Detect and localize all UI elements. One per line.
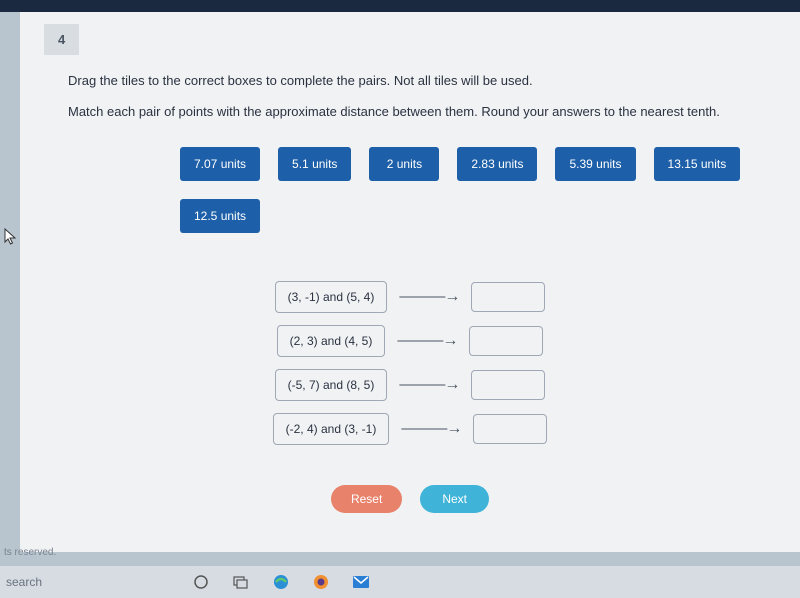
pair-label: (3, -1) and (5, 4) [275, 281, 388, 313]
question-number: 4 [44, 24, 79, 55]
content-area: 4 Drag the tiles to the correct boxes to… [20, 12, 800, 552]
tile-option[interactable]: 7.07 units [180, 147, 260, 181]
footer-reserved: ts reserved. [4, 547, 56, 558]
cursor-icon [4, 228, 18, 251]
pairs-container: (3, -1) and (5, 4) ———→ (2, 3) and (4, 5… [20, 281, 800, 445]
reset-button[interactable]: Reset [331, 485, 402, 513]
buttons-row: Reset Next [20, 485, 800, 513]
arrow-icon: ———→ [397, 332, 457, 350]
tile-option[interactable]: 5.1 units [278, 147, 351, 181]
pair-label: (-2, 4) and (3, -1) [273, 413, 390, 445]
pair-row: (2, 3) and (4, 5) ———→ [277, 325, 544, 357]
taskbar: search [0, 566, 800, 598]
drop-target[interactable] [471, 370, 545, 400]
taskbar-icons [192, 573, 370, 591]
tile-option[interactable]: 5.39 units [555, 147, 635, 181]
instruction-text: Drag the tiles to the correct boxes to c… [68, 73, 800, 88]
arrow-icon: ———→ [399, 376, 459, 394]
arrow-icon: ———→ [399, 288, 459, 306]
edge-icon[interactable] [272, 573, 290, 591]
drop-target[interactable] [471, 282, 545, 312]
firefox-icon[interactable] [312, 573, 330, 591]
pair-label: (2, 3) and (4, 5) [277, 325, 386, 357]
tile-option[interactable]: 2.83 units [457, 147, 537, 181]
sub-instruction-text: Match each pair of points with the appro… [68, 104, 800, 119]
drop-target[interactable] [469, 326, 543, 356]
task-view-icon[interactable] [232, 573, 250, 591]
tiles-container: 7.07 units 5.1 units 2 units 2.83 units … [180, 147, 800, 233]
browser-top-bar [0, 0, 800, 12]
cortana-icon[interactable] [192, 573, 210, 591]
next-button[interactable]: Next [420, 485, 489, 513]
taskbar-search[interactable]: search [6, 575, 42, 589]
tile-option[interactable]: 12.5 units [180, 199, 260, 233]
pair-row: (3, -1) and (5, 4) ———→ [275, 281, 546, 313]
pair-label: (-5, 7) and (8, 5) [275, 369, 388, 401]
arrow-icon: ———→ [401, 420, 461, 438]
pair-row: (-2, 4) and (3, -1) ———→ [273, 413, 548, 445]
tile-option[interactable]: 2 units [369, 147, 439, 181]
tile-option[interactable]: 13.15 units [654, 147, 741, 181]
mail-icon[interactable] [352, 573, 370, 591]
drop-target[interactable] [473, 414, 547, 444]
pair-row: (-5, 7) and (8, 5) ———→ [275, 369, 546, 401]
